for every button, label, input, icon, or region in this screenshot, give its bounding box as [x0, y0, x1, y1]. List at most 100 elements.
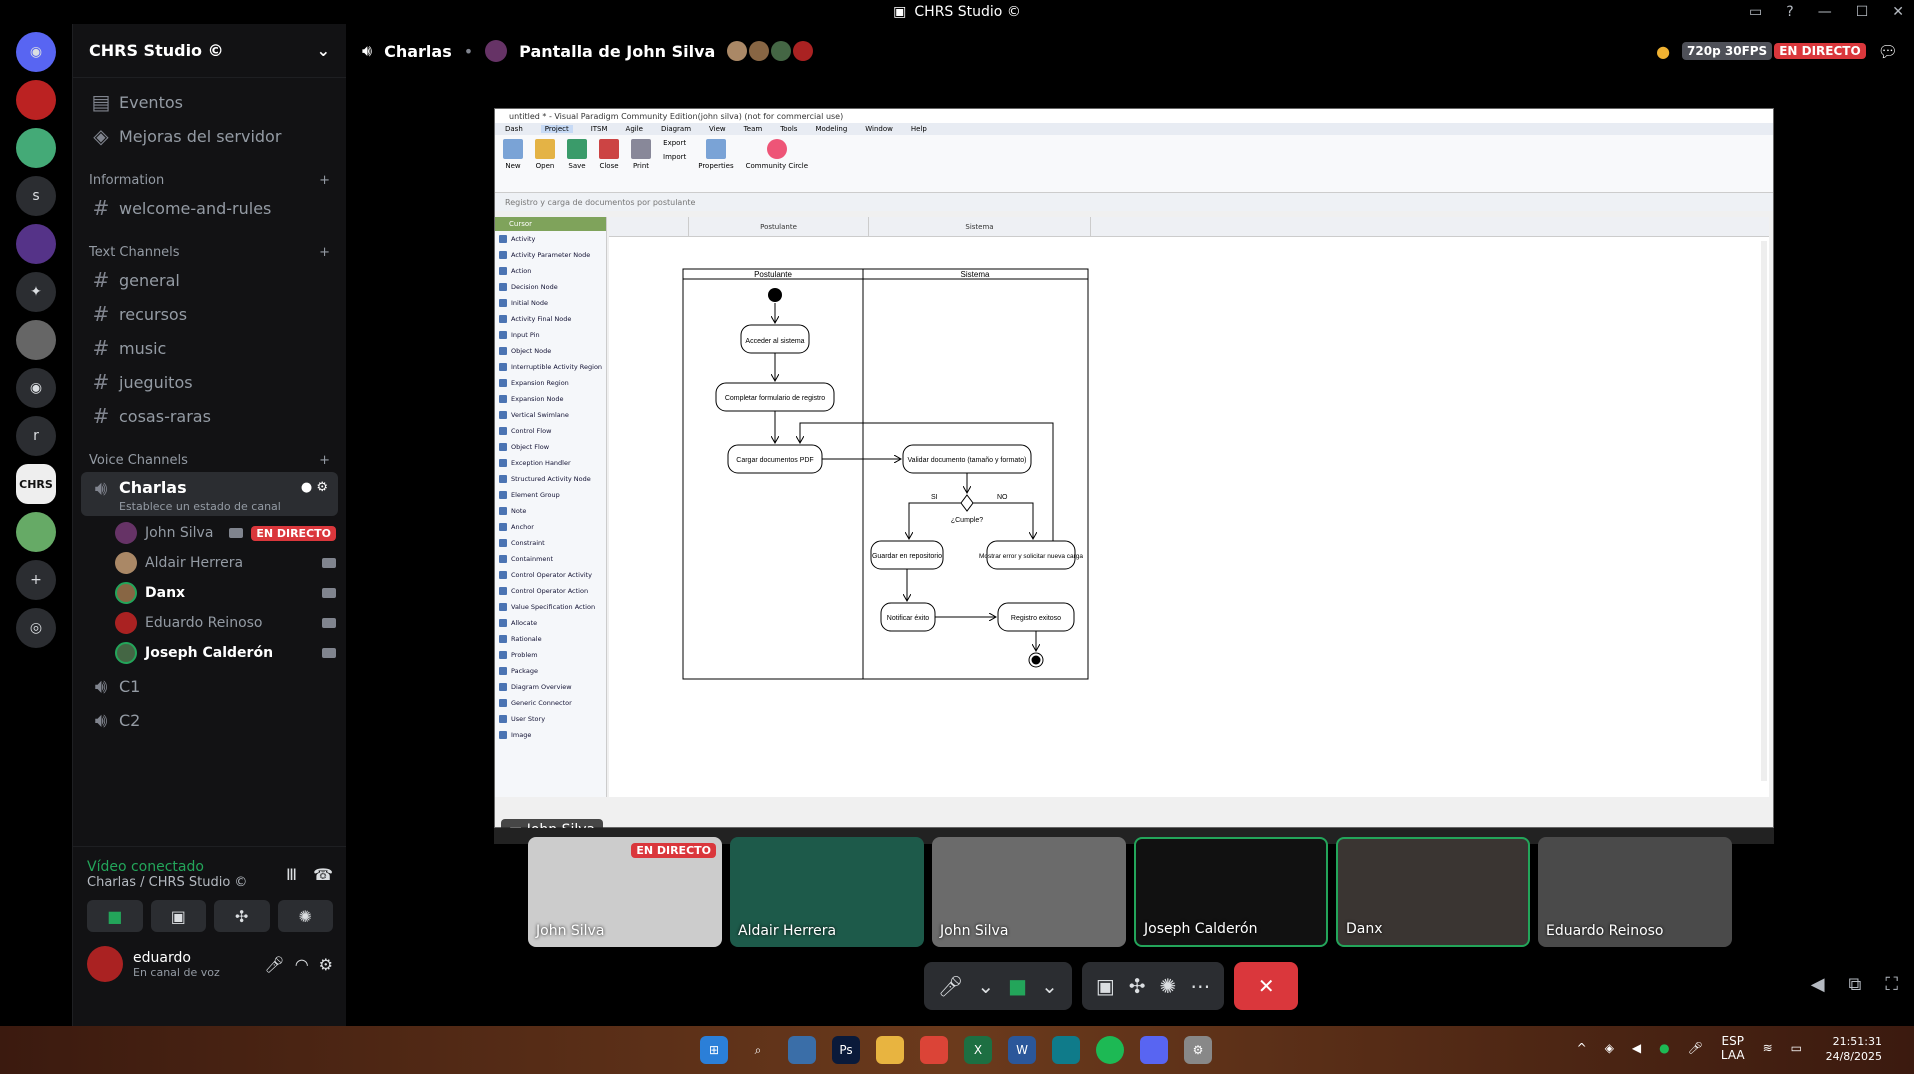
palette-item[interactable]: Element Group	[495, 487, 606, 503]
category-voice[interactable]: Voice Channels +	[73, 450, 346, 470]
participant-tile[interactable]: EN DIRECTO John Silva	[528, 837, 722, 947]
add-channel-icon[interactable]: +	[319, 453, 330, 468]
vp-menu-item[interactable]: ITSM	[591, 125, 608, 133]
connection-location[interactable]: Charlas / CHRS Studio ©	[87, 875, 247, 890]
inbox-icon[interactable]: ▭	[1749, 4, 1762, 20]
more-icon[interactable]: ⋯	[1190, 974, 1210, 998]
server-icon[interactable]: ◉	[16, 368, 56, 408]
palette-item[interactable]: Expansion Region	[495, 375, 606, 391]
participant-tile[interactable]: John Silva	[932, 837, 1126, 947]
wifi-icon[interactable]: ≋	[1763, 1041, 1773, 1055]
vp-print-button[interactable]: Print	[631, 139, 651, 188]
mic-icon[interactable]: 🎤︎	[264, 955, 284, 974]
palette-item[interactable]: Activity	[495, 231, 606, 247]
voice-channel-charlas[interactable]: 🔊︎ Charlas ● ⚙ Establece un estado de ca…	[81, 472, 338, 516]
palette-item[interactable]: Interruptible Activity Region	[495, 359, 606, 375]
palette-item[interactable]: Decision Node	[495, 279, 606, 295]
search-icon[interactable]: ⌕	[744, 1036, 772, 1064]
avatar[interactable]	[87, 946, 123, 982]
add-channel-icon[interactable]: +	[319, 173, 330, 188]
headset-icon[interactable]: ◠	[295, 955, 309, 974]
server-icon[interactable]: r	[16, 416, 56, 456]
participant-tile[interactable]: Danx	[1336, 837, 1530, 947]
palette-item[interactable]: Diagram Overview	[495, 679, 606, 695]
vp-menu-item[interactable]: Diagram	[661, 125, 691, 133]
palette-item[interactable]: Constraint	[495, 535, 606, 551]
palette-item[interactable]: Generic Connector	[495, 695, 606, 711]
vp-menu-item[interactable]: Dash	[505, 125, 523, 133]
add-server-icon[interactable]: +	[16, 560, 56, 600]
soundboard-icon[interactable]: Ⅲ	[286, 865, 297, 884]
vp-menu-item[interactable]: Window	[865, 125, 893, 133]
add-channel-icon[interactable]: +	[319, 245, 330, 260]
channel-recursos[interactable]: # recursos	[81, 298, 338, 330]
channel-actions[interactable]: ● ⚙	[301, 480, 328, 495]
disconnect-button[interactable]: ✕	[1234, 962, 1299, 1010]
vp-menu-item[interactable]: Tools	[780, 125, 797, 133]
palette-item[interactable]: User Story	[495, 711, 606, 727]
voice-user[interactable]: Joseph Calderón	[73, 638, 346, 668]
palette-item[interactable]: Problem	[495, 647, 606, 663]
share-screen-button[interactable]: ▣	[150, 900, 206, 932]
discord-icon[interactable]	[1140, 1036, 1168, 1064]
voice-user[interactable]: Eduardo Reinoso	[73, 608, 346, 638]
spotify-tray-icon[interactable]: ●	[1659, 1041, 1669, 1055]
palette-item[interactable]: Control Operator Action	[495, 583, 606, 599]
palette-item[interactable]: Activity Final Node	[495, 311, 606, 327]
vp-open-button[interactable]: Open	[535, 139, 555, 188]
vp-scrollbar[interactable]	[1761, 241, 1767, 781]
minimize-icon[interactable]: —	[1818, 4, 1832, 20]
help-icon[interactable]: ?	[1786, 4, 1793, 20]
palette-item[interactable]: Control Flow	[495, 423, 606, 439]
activities-icon[interactable]: ✣	[1129, 974, 1146, 998]
palette-item[interactable]: Action	[495, 263, 606, 279]
channel-jueguitos[interactable]: # jueguitos	[81, 366, 338, 398]
camera-icon[interactable]: ■	[1008, 974, 1027, 998]
soundboard-button[interactable]: ✺	[277, 900, 333, 932]
spotify-icon[interactable]	[1096, 1036, 1124, 1064]
vp-import-button[interactable]: Import	[663, 153, 686, 161]
palette-item[interactable]: Structured Activity Node	[495, 471, 606, 487]
palette-item[interactable]: Value Specification Action	[495, 599, 606, 615]
palette-cursor[interactable]: Cursor	[495, 217, 606, 231]
vp-menu-item[interactable]: Team	[744, 125, 763, 133]
shared-screen[interactable]: untitled * - Visual Paradigm Community E…	[494, 108, 1774, 841]
voice-channel-c1[interactable]: 🔊︎ C1	[81, 670, 338, 702]
vp-community-button[interactable]: Community Circle	[746, 139, 808, 188]
voice-channel-c2[interactable]: 🔊︎ C2	[81, 704, 338, 736]
share-screen-icon[interactable]: ▣	[1096, 974, 1115, 998]
battery-icon[interactable]: ▭	[1791, 1041, 1802, 1055]
volume-icon[interactable]: ◀︎	[1811, 974, 1825, 995]
palette-item[interactable]: Note	[495, 503, 606, 519]
vp-properties-button[interactable]: Properties	[698, 139, 734, 188]
vp-close-button[interactable]: Close	[599, 139, 619, 188]
vp-save-button[interactable]: Save	[567, 139, 587, 188]
sidebar-item-boosts[interactable]: ◈ Mejoras del servidor	[81, 120, 338, 152]
palette-item[interactable]: Activity Parameter Node	[495, 247, 606, 263]
maximize-icon[interactable]: ☐	[1856, 4, 1869, 20]
edge-dev-icon[interactable]	[1052, 1036, 1080, 1064]
palette-item[interactable]: Allocate	[495, 615, 606, 631]
vp-canvas[interactable]: Postulante Sistema Postulante Sistema Ac…	[609, 217, 1769, 797]
palette-item[interactable]: Expansion Node	[495, 391, 606, 407]
palette-item[interactable]: Image	[495, 727, 606, 743]
mic-icon[interactable]: 🎤︎	[938, 974, 963, 998]
excel-icon[interactable]: X	[964, 1036, 992, 1064]
word-icon[interactable]: W	[1008, 1036, 1036, 1064]
mic-tray-icon[interactable]: 🎤︎	[1688, 1041, 1703, 1055]
vp-export-import[interactable]: Export Import	[663, 139, 686, 188]
voice-user[interactable]: John Silva EN DIRECTO	[73, 518, 346, 548]
category-text[interactable]: Text Channels +	[73, 242, 346, 262]
palette-item[interactable]: Exception Handler	[495, 455, 606, 471]
vp-menu-item[interactable]: Help	[911, 125, 927, 133]
disconnect-icon[interactable]: ☎	[313, 865, 333, 884]
vp-menu-item[interactable]: Modeling	[815, 125, 847, 133]
server-icon[interactable]	[16, 512, 56, 552]
video-button[interactable]: ■	[87, 900, 143, 932]
popout-icon[interactable]: ⧉	[1849, 974, 1862, 995]
server-icon[interactable]: s	[16, 176, 56, 216]
clock[interactable]: 21:51:31 24/8/2025	[1826, 1034, 1882, 1064]
language-indicator[interactable]: ESP LAA	[1721, 1034, 1745, 1062]
palette-item[interactable]: Vertical Swimlane	[495, 407, 606, 423]
vp-new-button[interactable]: New	[503, 139, 523, 188]
